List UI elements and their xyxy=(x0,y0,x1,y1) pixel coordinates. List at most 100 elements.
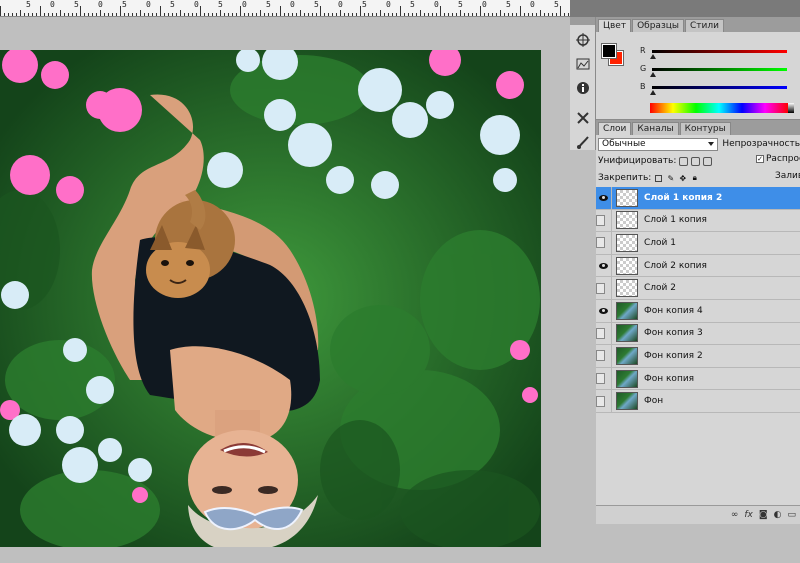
ruler-tick xyxy=(252,13,253,16)
chevron-down-icon xyxy=(708,141,715,146)
ruler-tick xyxy=(24,13,25,16)
ruler-tick xyxy=(508,13,509,16)
ruler-label: 0 xyxy=(530,0,535,9)
ruler-tick xyxy=(392,13,393,16)
ruler-tick xyxy=(236,13,237,16)
ruler-tick xyxy=(552,13,553,16)
layer-thumbnail xyxy=(616,346,638,365)
photoshop-window: 505050505050505050505050 xyxy=(0,0,800,563)
histogram-icon[interactable] xyxy=(574,55,592,73)
ruler-tick xyxy=(324,13,325,16)
layer-name: Слой 2 xyxy=(644,283,676,294)
channel-slider-g[interactable]: G xyxy=(640,64,800,78)
ruler-label: 0 xyxy=(290,0,295,9)
unify-position-icon[interactable] xyxy=(679,156,689,166)
eye-icon[interactable] xyxy=(596,231,612,254)
layer-row[interactable]: Фон xyxy=(596,390,800,413)
ruler-tick xyxy=(144,13,145,16)
slider-knob[interactable] xyxy=(650,72,656,77)
ruler-tick xyxy=(512,13,513,16)
ruler-tick xyxy=(156,13,157,16)
tab-1[interactable]: Образцы xyxy=(632,19,684,32)
eye-icon[interactable] xyxy=(596,299,612,322)
eye-icon[interactable] xyxy=(596,344,612,367)
ruler-tick xyxy=(304,13,305,16)
tab-0[interactable]: Слои xyxy=(598,122,632,135)
ruler-tick xyxy=(128,13,129,16)
folder-icon[interactable]: ▭ xyxy=(787,510,796,520)
link-icon[interactable]: ∞ xyxy=(731,510,739,520)
layer-row[interactable]: Фон копия 3 xyxy=(596,322,800,346)
ruler-tick xyxy=(116,13,117,16)
layer-row[interactable]: Слой 1 копия xyxy=(596,209,800,233)
brush-icon[interactable] xyxy=(574,133,592,151)
tab-2[interactable]: Контуры xyxy=(679,122,731,135)
slider-knob[interactable] xyxy=(650,90,656,95)
ruler-tick xyxy=(380,10,381,16)
tab-2[interactable]: Стили xyxy=(684,19,724,32)
lock-transparency-icon[interactable] xyxy=(654,174,663,183)
layer-thumbnail xyxy=(616,324,638,343)
ruler-label: 0 xyxy=(50,0,55,9)
tab-1[interactable]: Каналы xyxy=(632,122,679,135)
tab-0[interactable]: Цвет xyxy=(598,19,632,32)
ruler-tick xyxy=(136,13,137,16)
lock-all-icon[interactable]: 🔒︎ xyxy=(690,173,699,183)
ruler-tick xyxy=(112,13,113,16)
ruler-tick xyxy=(548,13,549,16)
color-spectrum-bar[interactable] xyxy=(650,103,794,113)
ruler-label: 5 xyxy=(506,0,511,9)
layer-row[interactable]: Слой 2 копия xyxy=(596,254,800,278)
eye-icon[interactable] xyxy=(596,209,612,232)
ruler-label: 0 xyxy=(242,0,247,9)
foreground-color-swatch[interactable] xyxy=(601,43,617,59)
ruler-tick xyxy=(492,13,493,16)
blend-mode-select[interactable]: Обычные xyxy=(598,137,719,151)
layer-row[interactable]: Слой 1 xyxy=(596,231,800,255)
ruler-tick xyxy=(60,10,61,16)
ruler-label: 5 xyxy=(74,0,79,9)
navigator-icon[interactable] xyxy=(574,31,592,49)
eye-icon[interactable] xyxy=(596,186,612,209)
ruler-tick xyxy=(352,13,353,16)
eye-icon[interactable] xyxy=(596,367,612,390)
ruler-tick xyxy=(488,13,489,16)
adjustment-icon[interactable]: ◐ xyxy=(774,510,782,520)
ruler-tick xyxy=(356,13,357,16)
eye-icon[interactable] xyxy=(596,254,612,277)
mask-icon[interactable]: ◙ xyxy=(759,510,768,520)
lock-pixels-icon[interactable]: ✎ xyxy=(666,174,675,183)
channel-gradient-bar xyxy=(652,50,787,53)
fx-icon[interactable]: fx xyxy=(744,510,753,520)
ruler-label: 0 xyxy=(386,0,391,9)
channel-slider-r[interactable]: R xyxy=(640,46,800,60)
info-icon[interactable] xyxy=(574,79,592,97)
tools-icon[interactable] xyxy=(574,109,592,127)
layer-row[interactable]: Фон копия 4 xyxy=(596,299,800,323)
ruler-label: 5 xyxy=(266,0,271,9)
slider-knob[interactable] xyxy=(650,54,656,59)
layer-row[interactable]: Слой 1 копия 2 xyxy=(596,186,800,210)
unify-style-icon[interactable] xyxy=(703,156,713,166)
ruler-tick xyxy=(212,13,213,16)
ruler-tick xyxy=(220,10,221,16)
ruler-tick xyxy=(376,13,377,16)
ruler-tick xyxy=(192,13,193,16)
dock-grip[interactable] xyxy=(570,17,595,25)
ruler-tick xyxy=(104,13,105,16)
layer-row[interactable]: Слой 2 xyxy=(596,277,800,300)
layer-row[interactable]: Фон копия 2 xyxy=(596,344,800,368)
lock-position-icon[interactable]: ✥ xyxy=(678,174,687,183)
channel-slider-b[interactable]: B xyxy=(640,82,800,96)
layer-row[interactable]: Фон копия xyxy=(596,367,800,391)
unify-visibility-icon[interactable] xyxy=(691,156,701,166)
document-canvas[interactable] xyxy=(0,50,541,547)
ruler-tick xyxy=(560,6,561,16)
ruler-tick xyxy=(312,13,313,16)
ruler-tick xyxy=(516,13,517,16)
ruler-tick xyxy=(412,13,413,16)
spread-checkbox[interactable]: ✓ xyxy=(756,155,764,163)
eye-icon[interactable] xyxy=(596,277,612,300)
eye-icon[interactable] xyxy=(596,322,612,345)
eye-icon[interactable] xyxy=(596,390,612,413)
